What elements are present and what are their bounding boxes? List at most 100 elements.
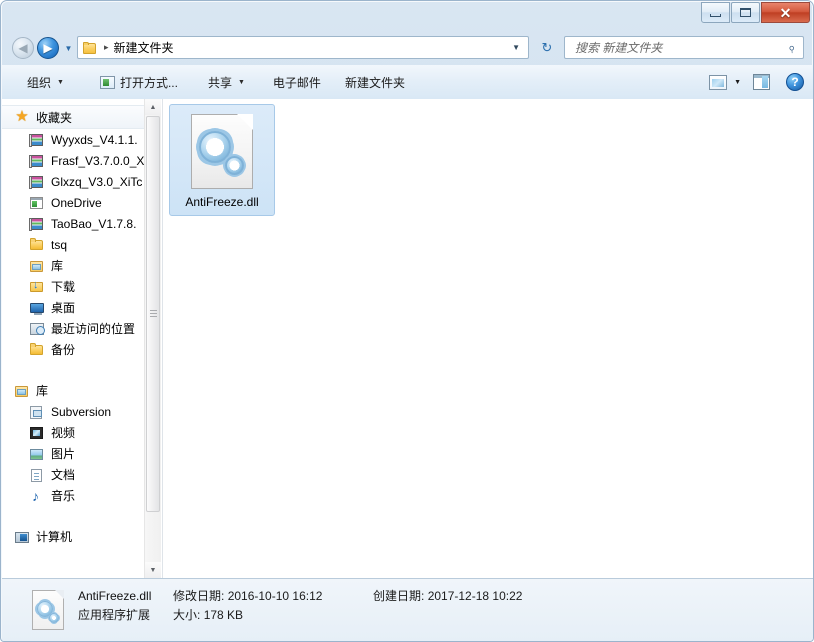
sidebar-label: tsq [51,237,68,252]
star-icon: ★ [15,108,29,125]
breadcrumb-current-folder[interactable]: 新建文件夹 [114,39,174,56]
sidebar-label-libraries: 库 [36,384,49,398]
sidebar-label: Glxzq_V3.0_XiTc [51,174,143,189]
subversion-icon [29,404,45,420]
chevron-down-icon: ▼ [149,566,157,574]
organize-label: 组织 [27,75,52,90]
sidebar-label: 桌面 [51,301,76,315]
address-dropdown-icon[interactable]: ▼ [512,43,520,52]
navigation-pane-scrollbar[interactable]: ▲ ▼ [144,99,161,578]
forward-button[interactable]: ▶ [37,37,59,59]
sidebar-item-subversion[interactable]: Subversion [2,401,152,422]
command-toolbar: 组织 ▼ 打开方式... 共享 ▼ 电子邮件 新建文件夹 ▼ ? [2,65,813,100]
navigation-pane-scroll-content: ★ 收藏夹 Wyyxds_V4.1.1. Frasf_V3.7.0.0_X Gl… [2,99,152,578]
details-created: 创建日期: 2017-12-18 10:22 [373,589,522,604]
share-button[interactable]: 共享 ▼ [201,70,252,94]
sidebar-label: 下载 [51,280,76,294]
sidebar-label: 备份 [51,343,76,357]
sidebar-item-pictures[interactable]: 图片 [2,443,152,464]
sidebar-item-computer[interactable]: 计算机 [2,526,152,547]
share-label: 共享 [207,75,232,90]
sidebar-group-libraries: 库 Subversion 视频 图片 文档 ♪ 音乐 [2,380,152,506]
navigation-pane: ★ 收藏夹 Wyyxds_V4.1.1. Frasf_V3.7.0.0_X Gl… [2,99,163,578]
organize-button[interactable]: 组织 ▼ [20,70,71,94]
sidebar-item-recent-places[interactable]: 最近访问的位置 [2,318,152,339]
toolbar-right-group: ▼ ? [709,73,813,91]
file-item-antifreeze-dll[interactable]: AntiFreeze.dll [169,104,275,216]
sidebar-label: 音乐 [51,489,76,503]
preview-pane-icon[interactable] [753,74,770,90]
chevron-up-icon: ▲ [149,103,157,111]
sidebar-item-tsq[interactable]: tsq [2,234,152,255]
address-bar[interactable]: ▸ 新建文件夹 ▼ [77,36,529,59]
scroll-down-button[interactable]: ▼ [145,562,161,578]
maximize-icon [740,8,751,17]
sidebar-label: OneDrive [51,195,102,210]
maximize-button[interactable] [731,2,760,23]
help-icon[interactable]: ? [786,73,804,91]
recent-places-icon [29,321,45,337]
documents-icon [29,467,45,483]
view-dropdown-icon[interactable]: ▼ [734,79,741,86]
sidebar-item-onedrive[interactable]: OneDrive [2,192,152,213]
download-icon [29,279,45,295]
file-list-view[interactable]: AntiFreeze.dll [163,99,813,578]
new-folder-label: 新建文件夹 [344,75,405,90]
sidebar-item-wyyxds[interactable]: Wyyxds_V4.1.1. [2,129,152,150]
folder-icon [29,342,45,358]
minimize-icon [710,13,721,17]
scrollbar-thumb[interactable] [146,116,160,512]
sidebar-label-favorites: 收藏夹 [36,110,73,125]
archive-icon [29,132,45,148]
change-view-icon[interactable] [709,74,728,90]
details-size: 大小: 178 KB [173,608,373,623]
sidebar-item-taobao[interactable]: TaoBao_V1.7.8. [2,213,152,234]
new-folder-button[interactable]: 新建文件夹 [338,70,412,94]
archive-icon [29,216,45,232]
close-button[interactable]: ✕ [761,2,810,23]
sidebar-item-downloads[interactable]: 下载 [2,276,152,297]
minimize-button[interactable] [701,2,730,23]
folder-icon [29,237,45,253]
sidebar-item-desktop[interactable]: 桌面 [2,297,152,318]
details-modified: 修改日期: 2016-10-10 16:12 [173,589,373,604]
music-icon: ♪ [32,487,39,504]
email-button[interactable]: 电子邮件 [266,70,328,94]
sidebar-label: 库 [51,259,64,273]
page-corner-fold [55,590,64,599]
sidebar-item-libraries[interactable]: 库 [2,380,152,401]
sidebar-item-backup[interactable]: 备份 [2,339,152,360]
sidebar-group-favorites: ★ 收藏夹 Wyyxds_V4.1.1. Frasf_V3.7.0.0_X Gl… [2,105,152,360]
chevron-down-icon: ▼ [64,43,73,53]
pictures-icon [29,446,45,462]
sidebar-item-frasf[interactable]: Frasf_V3.7.0.0_X [2,150,152,171]
recent-pages-dropdown[interactable]: ▼ [63,43,74,53]
explorer-window: ✕ ◀ ▶ ▼ ▸ 新建文件夹 ▼ ↻ ⌕ 组织 ▼ [0,0,814,642]
computer-icon [14,529,30,545]
open-with-icon [99,75,115,89]
details-text-grid: AntiFreeze.dll 修改日期: 2016-10-10 16:12 创建… [78,589,522,623]
window-controls: ✕ [700,2,810,23]
search-box[interactable]: ⌕ [564,36,804,59]
desktop-icon [29,300,45,316]
sidebar-label-computer: 计算机 [36,530,73,544]
sidebar-label: 最近访问的位置 [51,322,136,336]
details-size-label: 大小: [173,608,201,622]
sidebar-item-documents[interactable]: 文档 [2,464,152,485]
details-size-value: 178 KB [203,608,244,622]
sidebar-item-glxzq[interactable]: Glxzq_V3.0_XiTc [2,171,152,192]
refresh-button[interactable]: ↻ [535,36,559,59]
sidebar-item-favorites[interactable]: ★ 收藏夹 [2,105,152,129]
sidebar-item-music[interactable]: ♪ 音乐 [2,485,152,506]
navigation-row: ◀ ▶ ▼ ▸ 新建文件夹 ▼ ↻ ⌕ [1,30,813,64]
sidebar-item-videos[interactable]: 视频 [2,422,152,443]
onedrive-icon [29,195,45,211]
details-created-value: 2017-12-18 10:22 [427,589,523,603]
search-input[interactable] [573,39,788,56]
archive-icon [29,153,45,169]
back-button[interactable]: ◀ [12,37,34,59]
open-with-button[interactable]: 打开方式... [93,70,185,94]
sidebar-item-library-fav[interactable]: 库 [2,255,152,276]
scroll-up-button[interactable]: ▲ [145,99,161,115]
folder-icon [82,41,98,55]
